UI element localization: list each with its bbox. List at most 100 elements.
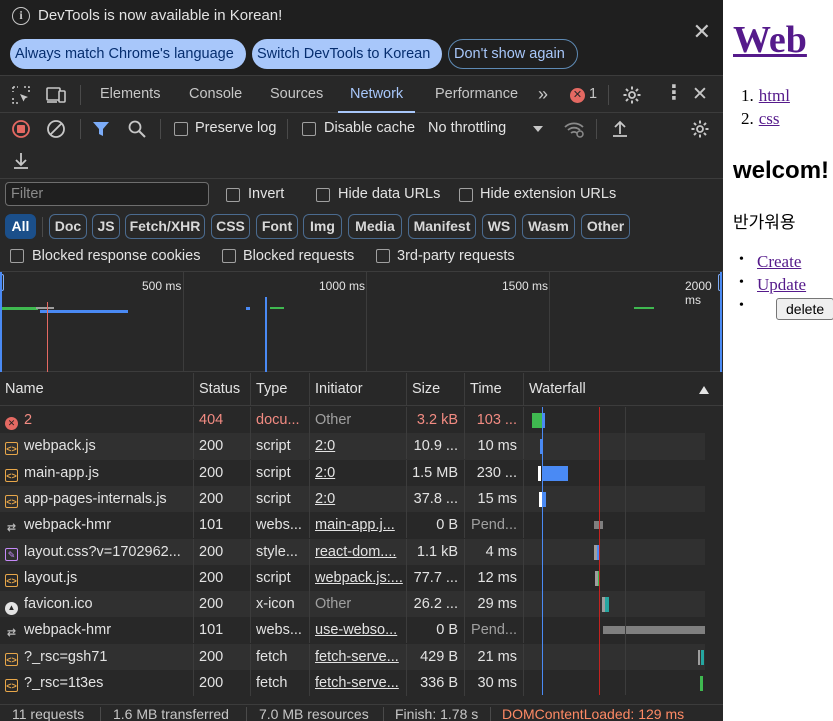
status-text: 200 — [199, 490, 224, 507]
table-row[interactable]: <> ?_rsc=gsh71 200 fetch fetch-serve... 429 B… — [0, 643, 723, 670]
filter-input[interactable]: Filter — [5, 182, 209, 206]
cell-type: script — [251, 485, 310, 512]
filter-type-media[interactable]: Media — [348, 214, 402, 239]
filter-type-ws[interactable]: WS — [482, 214, 516, 239]
cell-type: style... — [251, 538, 310, 565]
cell-initiator[interactable]: 2:0 — [310, 485, 407, 512]
tab-sources[interactable]: Sources — [270, 77, 323, 113]
more-tabs-icon[interactable]: » — [538, 77, 548, 113]
filter-type-manifest[interactable]: Manifest — [408, 214, 476, 239]
table-row[interactable]: ⇄ webpack-hmr 101 webs... main-app.j... 0 B Pe… — [0, 512, 723, 539]
disable-cache-checkbox[interactable] — [302, 122, 316, 136]
cell-initiator[interactable]: 2:0 — [310, 459, 407, 486]
filter-type-js[interactable]: JS — [92, 214, 120, 239]
throttling-select[interactable]: No throttling — [428, 120, 506, 136]
toolbar-divider — [42, 217, 43, 237]
import-har-icon[interactable] — [610, 119, 630, 139]
waterfall-bar — [542, 465, 568, 481]
column-time[interactable]: Time — [465, 373, 524, 406]
error-icon[interactable]: ✕ — [570, 88, 585, 103]
invert-checkbox[interactable] — [226, 188, 240, 202]
filter-type-wasm[interactable]: Wasm — [522, 214, 575, 239]
filter-type-other[interactable]: Other — [581, 214, 630, 239]
table-row[interactable]: ⇄ webpack-hmr 101 webs... use-webso... 0 B Pen… — [0, 617, 723, 644]
waterfall-bar — [603, 626, 705, 635]
filter-type-fetch-xhr[interactable]: Fetch/XHR — [125, 214, 205, 239]
table-row[interactable]: <> app-pages-internals.js 200 script 2:0 37.8… — [0, 485, 723, 513]
cell-type: webs... — [251, 512, 310, 539]
status-text: 200 — [199, 464, 224, 481]
column-status[interactable]: Status — [194, 373, 251, 406]
column-size[interactable]: Size — [407, 373, 465, 406]
table-row[interactable]: <> main-app.js 200 script 2:0 1.5 MB 230 ... — [0, 459, 723, 486]
table-row[interactable]: <> layout.js 200 script webpack.js:... 77.7 .… — [0, 564, 723, 591]
cell-initiator[interactable]: main-app.j... — [310, 512, 407, 539]
blocked-response-cookies-checkbox[interactable] — [10, 249, 24, 263]
tab-network[interactable]: Network — [338, 77, 416, 113]
nav-link-css[interactable]: css — [759, 109, 780, 128]
network-overview[interactable]: 500 ms 1000 ms 1500 ms 2000 ms — [0, 272, 723, 372]
switch-to-korean-button[interactable]: Switch DevTools to Korean — [252, 39, 442, 69]
time-text: Pend... — [471, 517, 517, 534]
column-name[interactable]: Name — [0, 373, 194, 406]
tab-elements[interactable]: Elements — [100, 77, 160, 113]
script-file-icon: <> — [5, 652, 18, 666]
export-har-icon[interactable] — [11, 151, 31, 171]
third-party-requests-checkbox[interactable] — [376, 249, 390, 263]
network-conditions-icon[interactable] — [563, 119, 585, 139]
cell-initiator[interactable]: fetch-serve... — [310, 643, 407, 670]
dont-show-again-button[interactable]: Don't show again — [448, 39, 578, 69]
close-icon[interactable]: ✕ — [693, 21, 711, 43]
hide-extension-urls-checkbox[interactable] — [459, 188, 473, 202]
always-match-language-button[interactable]: Always match Chrome's language — [10, 39, 246, 69]
tab-console[interactable]: Console — [189, 77, 242, 113]
more-options-icon[interactable]: ⋮ — [664, 82, 684, 104]
clear-icon[interactable] — [46, 119, 66, 139]
sort-ascending-icon[interactable] — [699, 386, 709, 394]
table-row[interactable]: ✎ layout.css?v=1702962... 200 style... react… — [0, 538, 723, 565]
disable-cache-label: Disable cache — [324, 120, 416, 136]
cell-initiator[interactable]: Other — [310, 591, 407, 618]
table-row[interactable]: ▲ favicon.ico 200 x-icon Other 26.2 ... 29 ms — [0, 591, 723, 618]
page-title-link[interactable]: Web — [733, 18, 807, 62]
error-count[interactable]: 1 — [589, 77, 597, 113]
search-icon[interactable] — [127, 119, 147, 139]
cell-status: 200 — [194, 485, 251, 512]
table-row[interactable]: ✕ 2 404 docu... Other 3.2 kB 103 ... — [0, 407, 723, 433]
cell-initiator[interactable]: fetch-serve... — [310, 670, 407, 696]
update-link[interactable]: Update — [757, 275, 806, 294]
delete-button[interactable]: delete — [776, 298, 833, 320]
inspect-element-icon[interactable] — [11, 85, 31, 105]
cell-initiator[interactable]: react-dom.... — [310, 538, 407, 565]
cell-initiator[interactable]: 2:0 — [310, 433, 407, 460]
nav-link-html[interactable]: html — [759, 86, 790, 105]
initiator-text: use-webso... — [315, 622, 398, 639]
initiator-text: Other — [315, 412, 352, 428]
tab-performance[interactable]: Performance — [435, 77, 518, 113]
chevron-down-icon[interactable] — [532, 124, 544, 134]
blocked-requests-checkbox[interactable] — [222, 249, 236, 263]
cell-initiator[interactable]: webpack.js:... — [310, 564, 407, 591]
filter-type-css[interactable]: CSS — [211, 214, 250, 239]
table-row[interactable]: <> ?_rsc=1t3es 200 fetch fetch-serve... 336 B… — [0, 670, 723, 696]
table-row[interactable]: <> webpack.js 200 script 2:0 10.9 ... 10 ms — [0, 433, 723, 460]
toolbar-divider — [160, 119, 161, 139]
cell-initiator[interactable]: Other — [310, 407, 407, 433]
column-waterfall[interactable]: Waterfall — [524, 373, 723, 406]
filter-type-img[interactable]: Img — [303, 214, 342, 239]
device-toolbar-icon[interactable] — [45, 85, 67, 105]
close-devtools-icon[interactable]: ✕ — [692, 83, 708, 106]
filter-icon[interactable] — [92, 120, 110, 138]
create-link[interactable]: Create — [757, 252, 801, 271]
filter-type-all[interactable]: All — [5, 214, 36, 239]
record-stop-icon[interactable] — [11, 119, 31, 139]
filter-type-doc[interactable]: Doc — [49, 214, 87, 239]
hide-data-urls-checkbox[interactable] — [316, 188, 330, 202]
settings-gear-icon[interactable] — [622, 85, 642, 105]
cell-initiator[interactable]: use-webso... — [310, 617, 407, 644]
filter-type-font[interactable]: Font — [256, 214, 298, 239]
column-type[interactable]: Type — [251, 373, 310, 406]
column-initiator[interactable]: Initiator — [310, 373, 407, 406]
network-settings-gear-icon[interactable] — [690, 119, 710, 139]
preserve-log-checkbox[interactable] — [174, 122, 188, 136]
